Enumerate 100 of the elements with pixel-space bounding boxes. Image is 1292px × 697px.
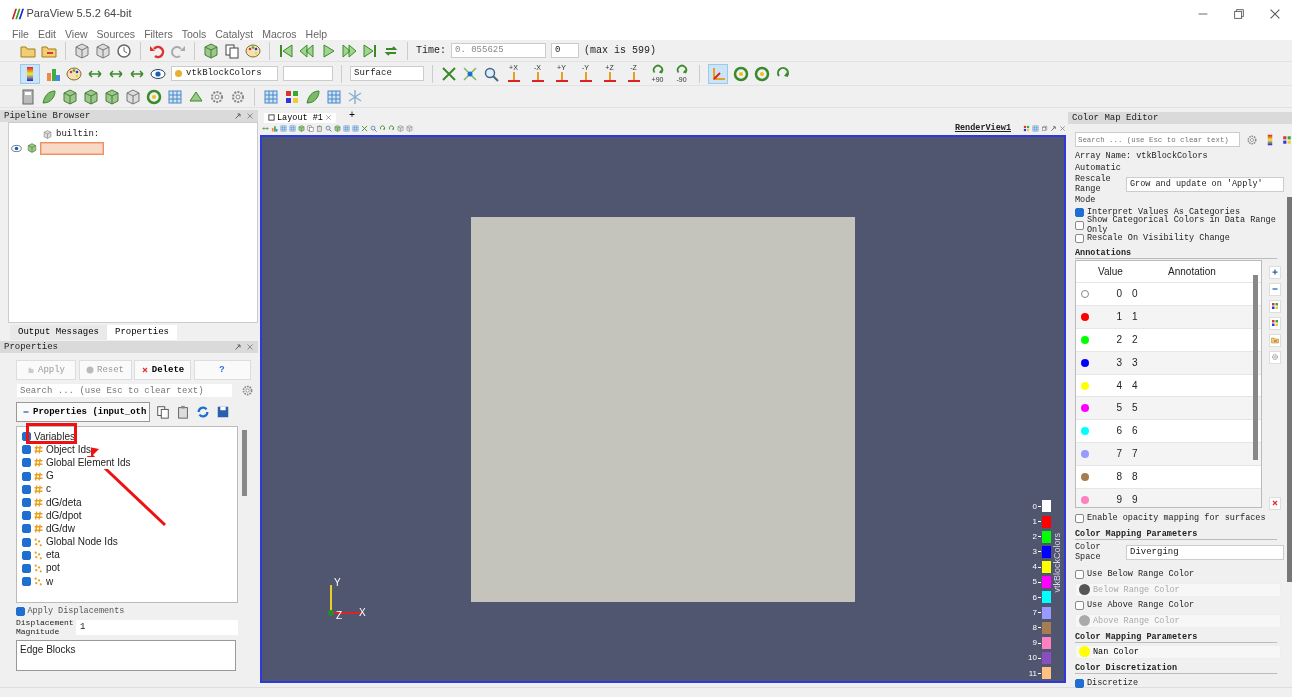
grid-icon[interactable]: [263, 88, 279, 105]
palette-icon[interactable]: [245, 42, 261, 59]
first-frame-icon[interactable]: [278, 42, 294, 59]
cube-icon[interactable]: [62, 88, 78, 105]
cube-icon[interactable]: [104, 88, 120, 105]
server-icon[interactable]: [397, 125, 404, 132]
bar-chart-icon[interactable]: [271, 125, 278, 132]
refresh-icon[interactable]: [196, 405, 210, 419]
menu-item[interactable]: Filters: [144, 27, 173, 41]
checkbox[interactable]: [1075, 569, 1084, 579]
checkbox[interactable]: [22, 563, 31, 573]
add-tab-button[interactable]: +: [347, 109, 356, 123]
grid-icon[interactable]: [326, 88, 342, 105]
tile-icon[interactable]: [1023, 125, 1030, 132]
gear-icon[interactable]: [1246, 133, 1258, 146]
menu-item[interactable]: Help: [305, 27, 328, 41]
scrollbar-thumb[interactable]: [242, 430, 247, 496]
scrollbar-thumb[interactable]: [1287, 197, 1292, 582]
copy-icon[interactable]: [224, 42, 240, 59]
calculator-icon[interactable]: [20, 88, 36, 105]
color-legend-toggle[interactable]: [20, 63, 40, 84]
leaf-icon[interactable]: [305, 88, 321, 105]
menu-item[interactable]: Sources: [96, 27, 136, 41]
checkbox[interactable]: [22, 537, 31, 547]
ring-icon[interactable]: [146, 88, 162, 105]
annotation-tool-button[interactable]: [1269, 265, 1281, 279]
checkbox[interactable]: [22, 471, 31, 481]
annotation-tool-button[interactable]: [1269, 299, 1281, 313]
checkbox[interactable]: [16, 606, 25, 616]
checkbox[interactable]: [22, 458, 31, 468]
dock-tab[interactable]: Properties: [107, 325, 178, 340]
menu-item[interactable]: Edit: [37, 27, 56, 41]
menu-item[interactable]: Catalyst: [215, 27, 254, 41]
dock-tab[interactable]: Output Messages: [10, 325, 107, 340]
server-icon[interactable]: [406, 125, 413, 132]
save-icon[interactable]: [216, 405, 230, 419]
scrollbar-thumb[interactable]: [1253, 274, 1258, 460]
reset-camera-icon[interactable]: [361, 125, 368, 132]
server-icon[interactable]: [74, 42, 90, 59]
next-frame-icon[interactable]: [341, 42, 357, 59]
gear-icon[interactable]: [241, 384, 254, 397]
delete-annotation-button[interactable]: [1269, 496, 1281, 510]
copy-icon[interactable]: [307, 125, 314, 132]
section-toggle-button[interactable]: Properties (input_oth: [16, 402, 150, 422]
magnitude-field[interactable]: 1: [76, 619, 238, 635]
checkbox[interactable]: [22, 432, 31, 442]
gear-icon[interactable]: [230, 88, 246, 105]
eye-icon[interactable]: [10, 142, 22, 154]
timestep-spinbox[interactable]: 0: [551, 43, 579, 58]
palette-icon[interactable]: [66, 65, 82, 82]
axes-grid-toggle[interactable]: [708, 63, 728, 84]
play-icon[interactable]: [320, 42, 336, 59]
pipeline-item[interactable]: builtin:: [9, 127, 257, 141]
checkbox[interactable]: [22, 511, 31, 521]
delete-button[interactable]: Delete: [134, 360, 191, 380]
ring-icon[interactable]: [733, 65, 749, 82]
ring-icon[interactable]: [754, 65, 770, 82]
menu-item[interactable]: Tools: [181, 27, 207, 41]
paste-icon[interactable]: [176, 405, 190, 419]
checkbox[interactable]: [22, 498, 31, 508]
checkbox[interactable]: [22, 484, 31, 494]
checkbox[interactable]: [1075, 678, 1084, 688]
tile-icon[interactable]: [284, 88, 300, 105]
time-field[interactable]: 0. 055625: [451, 43, 546, 58]
cube-icon[interactable]: [298, 125, 305, 132]
leaf-icon[interactable]: [41, 88, 57, 105]
grid-icon[interactable]: [167, 88, 183, 105]
checkbox[interactable]: [1075, 220, 1084, 230]
grid-icon[interactable]: [352, 125, 359, 132]
menu-item[interactable]: View: [65, 27, 88, 41]
layout-tab[interactable]: Layout #1: [264, 112, 336, 123]
cube-icon[interactable]: [83, 88, 99, 105]
zoom-box-icon[interactable]: [370, 125, 377, 132]
grid-icon[interactable]: [280, 125, 287, 132]
annotation-tool-button[interactable]: [1269, 316, 1281, 330]
checkbox[interactable]: [22, 524, 31, 534]
rescale-mode-dropdown[interactable]: Grow and update on 'Apply': [1126, 176, 1284, 192]
paste-icon[interactable]: [316, 125, 323, 132]
annotation-tool-button[interactable]: [1269, 282, 1281, 296]
server-icon[interactable]: [95, 42, 111, 59]
cube-icon[interactable]: [203, 42, 219, 59]
grid-icon[interactable]: [289, 125, 296, 132]
cube-icon[interactable]: [334, 125, 341, 132]
last-frame-icon[interactable]: [362, 42, 378, 59]
close-icon[interactable]: [1268, 7, 1282, 21]
gear-icon[interactable]: [209, 88, 225, 105]
representation-dropdown[interactable]: Surface: [350, 66, 424, 81]
zoom-box-icon[interactable]: [483, 65, 499, 82]
clock-icon[interactable]: [116, 42, 132, 59]
server-icon[interactable]: [125, 88, 141, 105]
checkbox[interactable]: [22, 445, 31, 455]
menu-item[interactable]: Macros: [262, 27, 297, 41]
reset-camera-icon[interactable]: [441, 65, 457, 82]
grid-icon[interactable]: [343, 125, 350, 132]
zoom-to-data-icon[interactable]: [462, 65, 478, 82]
zoom-box-icon[interactable]: [325, 125, 332, 132]
float-icon[interactable]: [1050, 125, 1057, 132]
float-icon[interactable]: [234, 343, 242, 351]
color-array-dropdown[interactable]: vtkBlockColors: [171, 66, 278, 81]
float-icon[interactable]: [234, 112, 242, 120]
